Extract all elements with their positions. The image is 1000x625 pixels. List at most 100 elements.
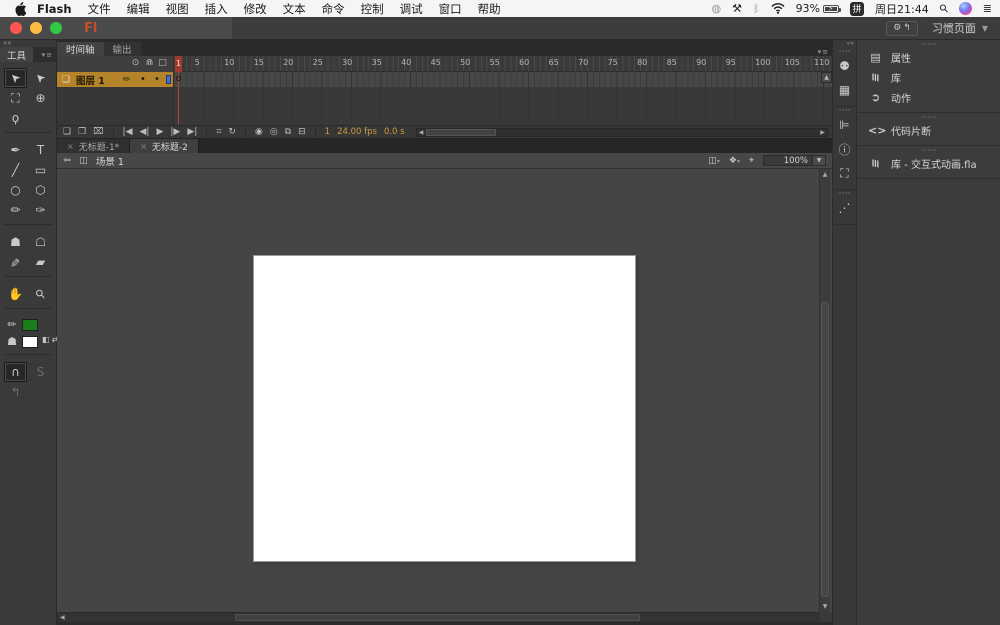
menu-item-10[interactable]: 窗口 — [439, 1, 462, 17]
creative-cloud-icon[interactable]: ◍ — [711, 3, 721, 14]
tools-panel-tab[interactable]: 工具 — [0, 47, 34, 62]
panel-button-actions[interactable]: ➲ 动作 — [858, 87, 1000, 107]
timeline-horizontal-scrollbar[interactable]: ◀ ▶ — [415, 127, 828, 137]
close-tab-icon[interactable]: × — [67, 142, 74, 151]
notification-center-icon[interactable]: ≣ — [983, 3, 992, 14]
polystar-tool[interactable]: ⬡ — [29, 180, 52, 200]
layer-name[interactable]: 图层 1 — [76, 73, 105, 87]
eraser-tool[interactable]: ▰ — [29, 252, 52, 272]
timeline-tab-1[interactable]: 时间轴 — [57, 42, 104, 56]
close-tab-icon[interactable]: × — [140, 142, 147, 151]
swatches-panel-icon[interactable]: ▦ — [833, 78, 856, 102]
timeline-ruler[interactable]: 1 5 10 15 20 25 30 35 40 45 50 55 60 65 70 75 80 85 90 95 10… — [175, 56, 832, 72]
paint-bucket-tool[interactable]: ☗ — [4, 232, 27, 252]
onion-skin-outlines-button[interactable]: ◎ — [270, 127, 278, 137]
gripper[interactable] — [858, 113, 1000, 120]
color-panel-icon[interactable]: ⚉ — [833, 54, 856, 78]
step-forward-button[interactable]: |▶ — [170, 127, 180, 137]
panel-button-code-snippets[interactable]: <> 代码片断 — [858, 120, 1000, 140]
input-method-icon[interactable]: 拼 — [850, 1, 865, 16]
utility-tool-icon[interactable]: ⚒ — [732, 3, 742, 14]
default-colors-icon[interactable]: ◧ — [42, 335, 50, 344]
ink-bottle-tool[interactable]: ☖ — [29, 232, 52, 252]
timeline-tab-2[interactable]: 输出 — [103, 42, 141, 56]
show-layers-as-outlines-icon[interactable]: □ — [156, 58, 169, 68]
zoom-tool[interactable]: ⚲ — [29, 284, 52, 304]
gripper[interactable] — [858, 146, 1000, 153]
text-tool[interactable]: T — [29, 140, 52, 160]
go-to-first-frame-button[interactable]: |◀ — [123, 127, 133, 137]
align-panel-icon[interactable]: ⊫ — [833, 113, 856, 137]
timeline-frames-area[interactable]: 1 5 10 15 20 25 30 35 40 45 50 55 60 65 70 75 80 85 90 95 10… — [175, 56, 832, 125]
vertical-scrollbar[interactable]: ▲ ▼ — [819, 169, 830, 612]
scroll-left-arrow[interactable]: ◀ — [60, 614, 65, 621]
lasso-tool[interactable]: ϙ — [4, 108, 27, 128]
expand-dock-button[interactable]: «« — [833, 40, 856, 48]
empty-keyframe-marker[interactable] — [176, 76, 181, 81]
eyedropper-tool[interactable]: ✐ — [4, 252, 27, 272]
subselection-tool[interactable]: ➤ — [29, 68, 52, 88]
scroll-left-arrow[interactable]: ◀ — [417, 129, 426, 136]
pencil-tool[interactable]: ✏ — [4, 200, 27, 220]
edit-multiple-frames-button[interactable]: ⧉ — [285, 127, 291, 137]
close-window-button[interactable] — [10, 22, 22, 34]
scene-name[interactable]: 场景 1 — [96, 154, 124, 168]
layer-visibility-dot[interactable]: • — [140, 74, 146, 85]
layer-lock-dot[interactable]: • — [154, 74, 160, 85]
show-hide-all-layers-icon[interactable]: ⊙ — [129, 58, 142, 68]
scroll-up-arrow[interactable]: ▲ — [820, 171, 830, 178]
menu-item-4[interactable]: 插入 — [205, 1, 228, 17]
workspace-settings-button[interactable]: ⚙ ↰ — [886, 20, 918, 36]
layer-row[interactable]: ❏ 图层 1 ✏ • • — [57, 72, 173, 87]
menu-item-3[interactable]: 视图 — [166, 1, 189, 17]
stroke-color-control[interactable]: ✏ — [4, 316, 54, 333]
collapse-tools-button[interactable]: «« — [0, 40, 56, 47]
zoom-dropdown-arrow[interactable]: ▼ — [813, 155, 826, 166]
play-button[interactable]: ▶ — [156, 127, 163, 137]
scroll-right-arrow[interactable]: ▶ — [818, 129, 827, 136]
scrollbar-thumb[interactable] — [235, 614, 640, 621]
panel-button-library[interactable]: ≡ 库 - 交互式动画.fla — [858, 153, 1000, 173]
scrollbar-thumb[interactable] — [425, 128, 496, 136]
workspace-switcher-button[interactable]: 习惯页面 ▼ — [932, 20, 988, 36]
loop-button[interactable]: ↻ — [228, 127, 236, 137]
horizontal-scrollbar[interactable]: ◀ — [57, 612, 820, 622]
menu-item-6[interactable]: 文本 — [283, 1, 306, 17]
center-stage-icon[interactable]: ⌖ — [749, 156, 754, 166]
new-layer-button[interactable]: ❏ — [63, 127, 71, 137]
brush-tool[interactable]: ✑ — [29, 200, 52, 220]
maximize-window-button[interactable] — [50, 22, 62, 34]
transform-panel-icon[interactable]: ⛶ — [833, 161, 856, 185]
fill-color-swatch[interactable] — [22, 335, 38, 348]
menu-item-1[interactable]: 文件 — [88, 1, 111, 17]
3d-rotation-tool[interactable]: ⊕ — [29, 88, 52, 108]
straighten-option[interactable]: ↰ — [4, 382, 27, 402]
info-panel-icon[interactable]: ⓘ — [833, 137, 856, 161]
rectangle-tool[interactable]: ▭ — [29, 160, 52, 180]
selection-tool[interactable]: ➤ — [4, 68, 27, 88]
line-tool[interactable]: ╱ — [4, 160, 27, 180]
stroke-color-swatch[interactable] — [22, 318, 38, 331]
step-back-button[interactable]: ◀| — [140, 127, 150, 137]
timeline-scroll-up-button[interactable]: ▲ — [821, 72, 832, 83]
app-menu-flash[interactable]: Flash — [37, 2, 72, 16]
menu-item-2[interactable]: 编辑 — [127, 1, 150, 17]
siri-icon[interactable] — [958, 2, 972, 15]
menu-bar-clock[interactable]: 周日21:44 — [875, 1, 929, 17]
edit-symbols-button[interactable]: ❖▾ — [729, 155, 740, 166]
document-tab-1[interactable]: × 无标题-1* — [57, 139, 131, 153]
go-to-last-frame-button[interactable]: ▶| — [187, 127, 197, 137]
current-frame-value[interactable]: 1 — [325, 127, 330, 137]
hand-tool[interactable]: ✋ — [4, 284, 27, 304]
minimize-window-button[interactable] — [30, 22, 42, 34]
scrollbar-thumb[interactable] — [821, 302, 829, 597]
lock-all-layers-icon[interactable]: ⋒ — [143, 58, 156, 68]
battery-indicator[interactable]: 93% ⚡ — [796, 2, 842, 15]
frame-rate-value[interactable]: 24.00 fps — [337, 127, 377, 137]
edit-scene-button[interactable]: ◫▾ — [708, 155, 720, 166]
menu-item-5[interactable]: 修改 — [244, 1, 267, 17]
bluetooth-icon[interactable]: ᛒ — [753, 3, 760, 14]
menu-item-8[interactable]: 控制 — [361, 1, 384, 17]
back-arrow-icon[interactable]: ⬅ — [63, 155, 71, 166]
onion-skin-button[interactable]: ◉ — [255, 127, 263, 137]
